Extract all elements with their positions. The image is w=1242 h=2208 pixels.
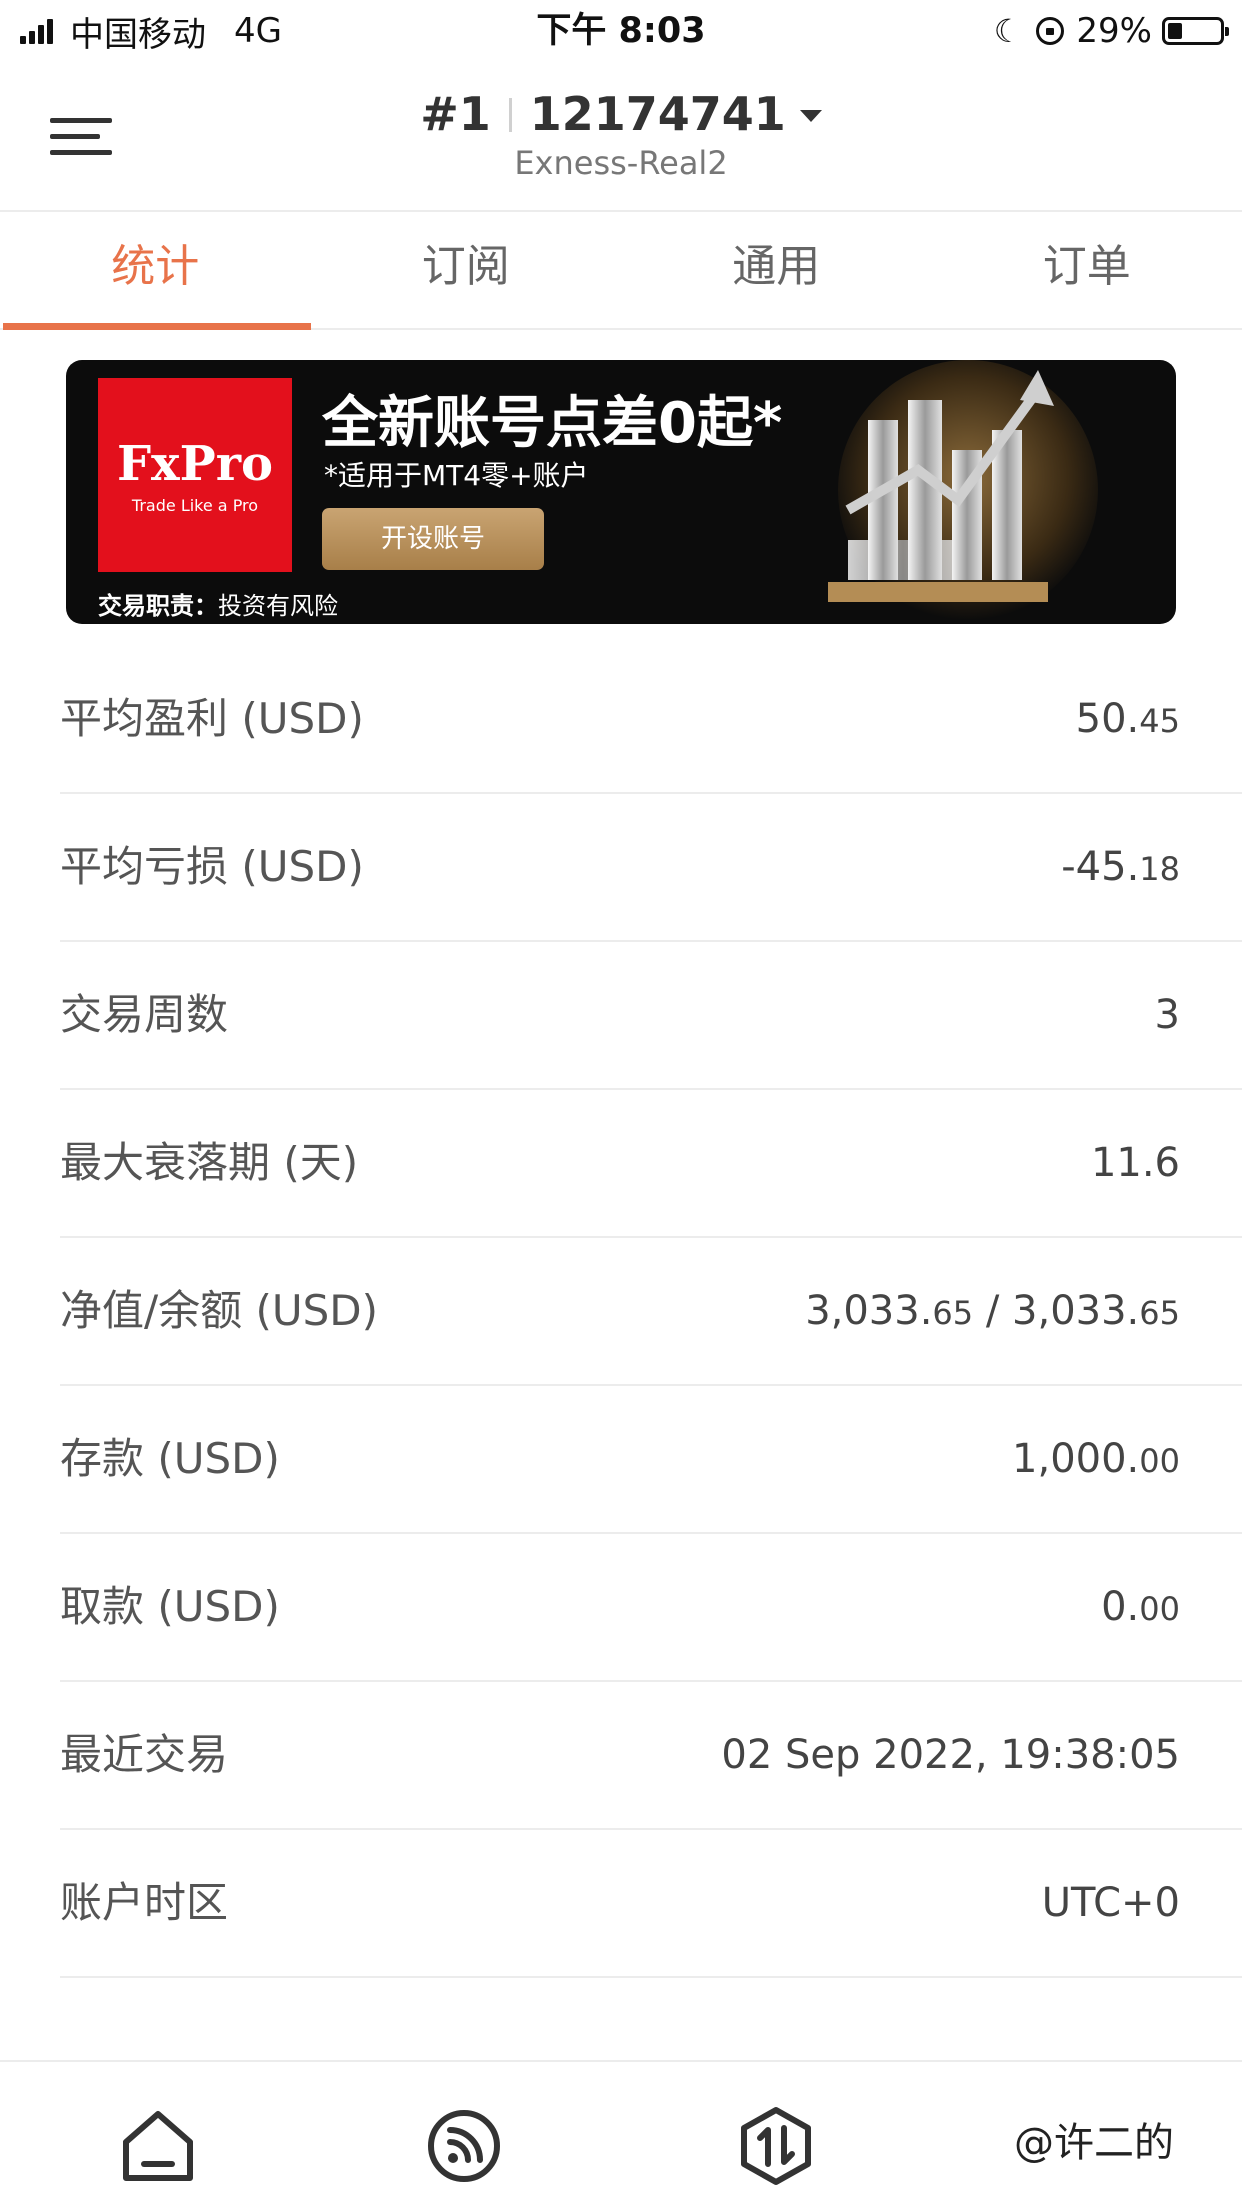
account-number: 12174741 (529, 87, 786, 141)
server-name: Exness-Real2 (514, 144, 728, 182)
bar-chart-illustration-icon (828, 360, 1098, 620)
statistics-list: 平均盈利 (USD) 50.45 平均亏损 (USD) -45.18 交易周数 … (60, 646, 1242, 1978)
stat-row: 平均盈利 (USD) 50.45 (60, 646, 1242, 794)
stat-value: 11.6 (1090, 1140, 1180, 1186)
stat-value: 3 (1154, 992, 1180, 1038)
stat-label: 最近交易 (60, 1730, 229, 1779)
stat-value: 02 Sep 2022, 19:38:05 (721, 1732, 1180, 1778)
tab-orders[interactable]: 订单 (932, 212, 1242, 328)
app-header: #1 12174741 Exness-Real2 (0, 62, 1242, 210)
account-index: #1 (420, 87, 491, 141)
stat-row: 净值/余额 (USD) 3,033.65 / 3,033.65 (60, 1238, 1242, 1386)
stat-label: 存款 (USD) (60, 1434, 280, 1483)
status-bar-right: ☾ 29% (993, 8, 1229, 54)
promo-banner[interactable]: FxPro Trade Like a Pro 全新账号点差0起* *适用于MT4… (66, 360, 1176, 624)
home-icon[interactable] (118, 2106, 198, 2186)
stat-value: 0.00 (1101, 1584, 1180, 1630)
stat-value: UTC+0 (1041, 1880, 1180, 1926)
stat-value: 1,000.00 (1012, 1436, 1180, 1482)
tab-bar: 统计 订阅 通用 订单 (0, 210, 1242, 330)
stat-label: 账户时区 (60, 1878, 229, 1927)
stat-row: 最大衰落期 (天) 11.6 (60, 1090, 1242, 1238)
status-bar: 中国移动 4G 下午 8:03 ☾ 29% (0, 0, 1242, 62)
trade-arrows-icon[interactable] (736, 2106, 816, 2186)
tab-statistics[interactable]: 统计 (0, 212, 311, 330)
stat-value: -45.18 (1061, 844, 1180, 890)
stat-value: 50.45 (1075, 696, 1180, 742)
stat-label: 取款 (USD) (60, 1582, 280, 1631)
stat-row: 最近交易 02 Sep 2022, 19:38:05 (60, 1682, 1242, 1830)
open-account-button[interactable]: 开设账号 (322, 508, 544, 570)
stat-label: 平均盈利 (USD) (60, 694, 364, 743)
fxpro-logo: FxPro Trade Like a Pro (98, 378, 292, 572)
stat-label: 净值/余额 (USD) (60, 1286, 379, 1335)
account-selector[interactable]: #1 12174741 (0, 82, 1242, 146)
stat-row: 存款 (USD) 1,000.00 (60, 1386, 1242, 1534)
banner-subline: *适用于MT4零+账户 (324, 459, 589, 492)
tab-general[interactable]: 通用 (621, 212, 932, 328)
rotation-lock-icon (1036, 17, 1065, 45)
stat-label: 平均亏损 (USD) (60, 842, 364, 891)
dropdown-caret-icon (799, 110, 822, 122)
banner-headline: 全新账号点差0起* (322, 391, 783, 456)
watermark: @许二的 (1014, 2120, 1174, 2166)
do-not-disturb-icon: ☾ (993, 12, 1023, 50)
stat-label: 最大衰落期 (天) (60, 1138, 359, 1187)
tab-subscribe[interactable]: 订阅 (311, 212, 622, 328)
battery-percent: 29% (1076, 11, 1152, 51)
stat-row: 取款 (USD) 0.00 (60, 1534, 1242, 1682)
battery-icon (1162, 17, 1229, 45)
stat-row: 平均亏损 (USD) -45.18 (60, 794, 1242, 942)
stat-row: 交易周数 3 (60, 942, 1242, 1090)
stat-label: 交易周数 (60, 990, 229, 1039)
stat-value: 3,033.65 / 3,033.65 (805, 1288, 1180, 1334)
risk-warning: 交易职责：投资有风险 (98, 592, 338, 620)
bottom-nav: @许二的 (0, 2060, 1242, 2208)
stat-row: 账户时区 UTC+0 (60, 1830, 1242, 1978)
signal-feed-icon[interactable] (424, 2106, 504, 2186)
